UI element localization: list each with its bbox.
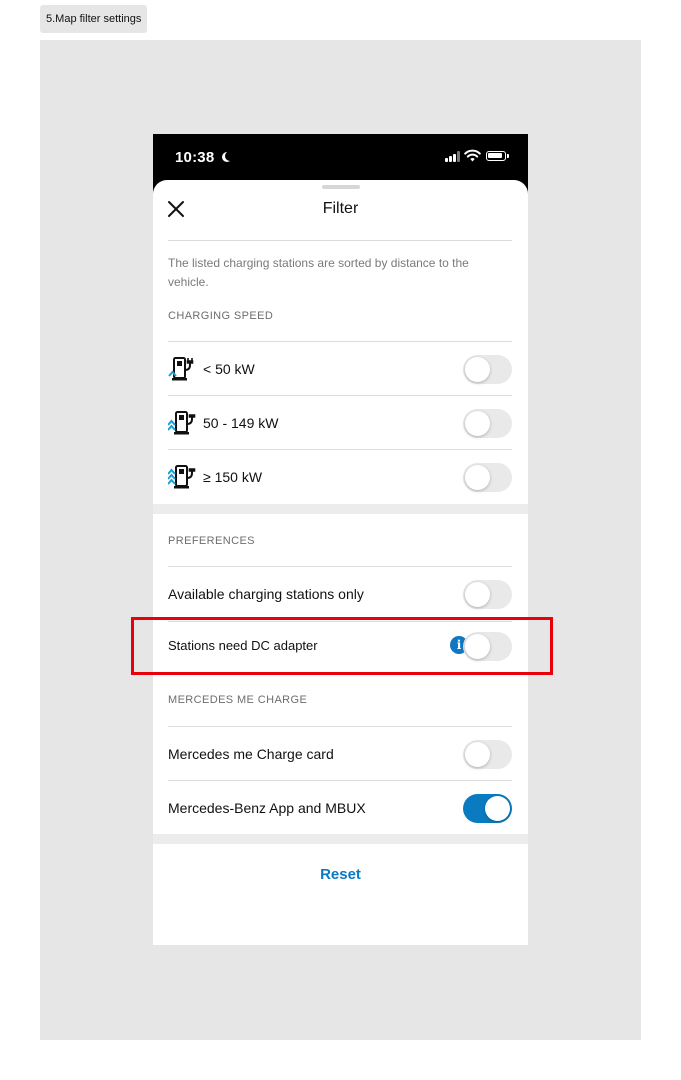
battery-icon — [486, 151, 509, 161]
speed-label: 50 - 149 kW — [203, 415, 279, 431]
phone-screen: 10:38 Filter The listed charging station… — [153, 134, 528, 945]
mercedes-me-label: Mercedes me Charge card — [168, 746, 334, 762]
preference-label: Available charging stations only — [168, 586, 364, 602]
sheet-grabber[interactable] — [322, 185, 360, 189]
charger-ultrafast-icon — [168, 465, 196, 489]
status-time: 10:38 — [175, 149, 215, 166]
speed-label: < 50 kW — [203, 361, 255, 377]
reset-button[interactable]: Reset — [153, 866, 528, 883]
toggle-mercedes-benz-app-mbux[interactable] — [463, 794, 512, 823]
row-mercedes-benz-app-mbux: Mercedes-Benz App and MBUX — [168, 781, 512, 835]
section-separator — [153, 834, 528, 844]
toggle-knob — [465, 582, 490, 607]
speed-label: ≥ 150 kW — [203, 469, 263, 485]
row-mercedes-me-charge-card: Mercedes me Charge card — [168, 727, 512, 781]
row-speed-under-50: < 50 kW — [168, 342, 512, 396]
section-header-preferences: PREFERENCES — [168, 535, 255, 547]
toggle-mercedes-me-charge-card[interactable] — [463, 740, 512, 769]
toggle-speed-150-plus[interactable] — [463, 463, 512, 492]
row-speed-150-plus: ≥ 150 kW — [168, 450, 512, 504]
frame-label: 5.Map filter settings — [40, 5, 148, 33]
toggle-knob — [485, 796, 510, 821]
charger-slow-icon — [168, 357, 194, 381]
row-dc-adapter: Stations need DC adapter i — [168, 619, 512, 673]
toggle-speed-under-50[interactable] — [463, 355, 512, 384]
row-available-stations-only: Available charging stations only — [168, 567, 512, 621]
mercedes-me-label: Mercedes-Benz App and MBUX — [168, 800, 366, 816]
section-separator — [153, 504, 528, 514]
toggle-speed-50-149[interactable] — [463, 409, 512, 438]
signal-icon — [445, 151, 461, 162]
toggle-knob — [465, 357, 490, 382]
section-header-charging-speed: CHARGING SPEED — [168, 310, 274, 322]
wifi-icon — [464, 149, 481, 162]
row-speed-50-149: 50 - 149 kW — [168, 396, 512, 450]
divider — [168, 240, 512, 241]
sort-note: The listed charging stations are sorted … — [168, 256, 469, 289]
toggle-knob — [465, 465, 490, 490]
preference-label: Stations need DC adapter — [168, 638, 318, 653]
toggle-available-stations-only[interactable] — [463, 580, 512, 609]
toggle-knob — [465, 411, 490, 436]
toggle-knob — [465, 742, 490, 767]
toggle-knob — [465, 634, 490, 659]
sheet-title: Filter — [322, 200, 359, 217]
filter-sheet: Filter The listed charging stations are … — [153, 180, 528, 945]
moon-icon — [225, 151, 235, 161]
toggle-dc-adapter[interactable] — [463, 632, 512, 661]
section-header-mercedes-me-charge: MERCEDES ME CHARGE — [168, 694, 308, 706]
charger-fast-icon — [168, 411, 196, 435]
